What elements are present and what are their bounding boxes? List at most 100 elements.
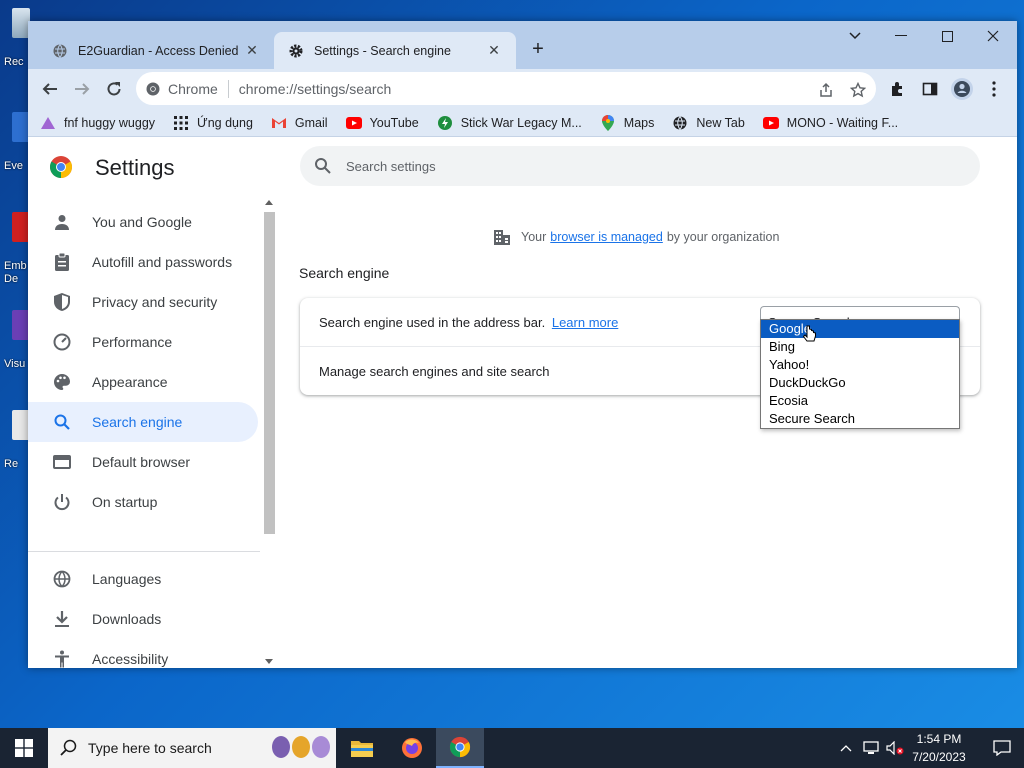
close-window-button[interactable] — [970, 21, 1016, 51]
sidebar-item-label: Performance — [92, 334, 173, 350]
taskbar-file-explorer[interactable] — [338, 728, 386, 768]
option-bing[interactable]: Bing — [761, 338, 959, 356]
bookmark-label: YouTube — [369, 115, 419, 130]
desktop-icon-5[interactable]: Re — [0, 410, 30, 470]
close-icon[interactable]: ✕ — [244, 42, 260, 59]
side-panel-icon — [922, 82, 938, 96]
bookmark-fnf-huggy-wuggy[interactable]: fnf huggy wuggy — [40, 115, 155, 131]
tab-settings[interactable]: Settings - Search engine ✕ — [274, 32, 516, 69]
new-tab-button[interactable]: + — [524, 35, 552, 63]
option-secure-search[interactable]: Secure Search — [761, 410, 959, 428]
option-duckduckgo[interactable]: DuckDuckGo — [761, 374, 959, 392]
address-bar[interactable]: Chrome chrome://settings/search — [136, 72, 876, 105]
tab-search-button[interactable] — [832, 21, 878, 51]
clock-date: 7/20/2023 — [912, 750, 966, 764]
scroll-down-arrow-icon[interactable] — [265, 659, 273, 664]
bookmark-gmail[interactable]: Gmail — [271, 115, 328, 131]
taskbar-chrome[interactable] — [436, 728, 484, 768]
back-button[interactable] — [36, 75, 64, 103]
option-ecosia[interactable]: Ecosia — [761, 392, 959, 410]
desktop-icon-4[interactable]: Visu — [0, 310, 30, 370]
youtube-icon — [345, 115, 362, 131]
taskbar-clock[interactable]: 1:54 PM 7/20/2023 — [896, 730, 982, 766]
sidebar-item-languages[interactable]: Languages — [28, 559, 258, 599]
desktop-icon-label: Eve — [4, 160, 23, 172]
browser-managed-link[interactable]: browser is managed — [550, 230, 663, 244]
desktop-icon-recycle-bin[interactable]: Rec — [0, 8, 30, 68]
bookmark-stick-war[interactable]: Stick War Legacy M... — [437, 115, 582, 131]
tab-e2guardian[interactable]: E2Guardian - Access Denied ✕ — [38, 32, 274, 69]
star-icon[interactable] — [848, 80, 868, 100]
gear-icon — [288, 43, 304, 59]
start-button[interactable] — [0, 728, 48, 768]
sidebar-item-autofill[interactable]: Autofill and passwords — [28, 242, 258, 282]
search-icon — [60, 739, 77, 756]
close-icon[interactable]: ✕ — [486, 42, 502, 59]
managed-prefix: Your — [521, 230, 547, 244]
puzzle-icon — [892, 82, 902, 96]
bookmark-label: Ứng dụng — [197, 115, 253, 130]
reload-button[interactable] — [100, 75, 128, 103]
sidebar-item-you-and-google[interactable]: You and Google — [28, 202, 258, 242]
desktop-icon-label: Rec — [4, 56, 24, 68]
bookmark-youtube[interactable]: YouTube — [345, 115, 419, 131]
scrollbar-thumb[interactable] — [264, 212, 275, 534]
sidebar-item-downloads[interactable]: Downloads — [28, 599, 258, 639]
bookmark-mono[interactable]: MONO - Waiting F... — [762, 115, 898, 131]
network-icon[interactable] — [860, 728, 882, 768]
maximize-button[interactable] — [924, 21, 970, 51]
sidebar-item-label: On startup — [92, 494, 158, 510]
bookmark-new-tab[interactable]: New Tab — [672, 115, 745, 131]
extensions-button[interactable] — [884, 75, 912, 103]
option-yahoo[interactable]: Yahoo! — [761, 356, 959, 374]
taskbar-search-placeholder: Type here to search — [88, 740, 212, 756]
chrome-window: E2Guardian - Access Denied ✕ Settings - … — [28, 21, 1017, 668]
option-google[interactable]: Google — [761, 320, 959, 338]
search-engine-description: Search engine used in the address bar. — [319, 315, 546, 330]
sidebar-item-appearance[interactable]: Appearance — [28, 362, 258, 402]
sidebar-item-label: Default browser — [92, 454, 191, 470]
bookmark-maps[interactable]: Maps — [600, 114, 654, 131]
sidebar-item-label: Privacy and security — [92, 294, 218, 310]
scroll-up-arrow-icon[interactable] — [265, 200, 273, 205]
manage-search-engines-row[interactable]: Manage search engines and site search — [319, 364, 550, 379]
bookmarks-bar: fnf huggy wuggy Ứng dụng Gmail YouTube S… — [28, 109, 1017, 137]
bookmark-apps[interactable]: Ứng dụng — [173, 115, 253, 131]
show-hidden-icons-button[interactable] — [836, 728, 856, 768]
learn-more-link[interactable]: Learn more — [552, 315, 618, 330]
sidebar-item-label: Downloads — [92, 611, 162, 627]
bookmark-label: New Tab — [696, 115, 745, 130]
search-settings-input[interactable]: Search settings — [300, 146, 980, 186]
desktop-icon-3[interactable]: Emb De — [0, 212, 30, 286]
notification-center-button[interactable] — [980, 728, 1024, 768]
profile-button[interactable] — [948, 75, 976, 103]
site-chip[interactable]: Chrome — [146, 79, 229, 98]
minimize-button[interactable] — [878, 21, 924, 51]
taskbar: Type here to search 1:54 PM 7/20/2023 — [0, 728, 1024, 768]
apps-grid-icon — [173, 115, 189, 131]
taskbar-firefox[interactable] — [388, 728, 436, 768]
desktop-icon-2[interactable]: Eve — [0, 112, 30, 172]
sidebar-item-privacy[interactable]: Privacy and security — [28, 282, 258, 322]
forward-button[interactable] — [68, 75, 96, 103]
sidebar-item-default-browser[interactable]: Default browser — [28, 442, 258, 482]
search-engine-options-list: Google Bing Yahoo! DuckDuckGo Ecosia Sec… — [760, 319, 960, 429]
url-text: chrome://settings/search — [238, 80, 392, 97]
sidebar-scrollbar[interactable] — [261, 196, 277, 668]
globe-icon — [672, 115, 688, 131]
share-icon[interactable] — [816, 80, 836, 100]
menu-button[interactable] — [980, 75, 1008, 103]
sidebar-item-search-engine[interactable]: Search engine — [28, 402, 258, 442]
search-icon — [315, 158, 331, 174]
taskbar-search-box[interactable]: Type here to search — [48, 728, 336, 768]
sidebar-item-performance[interactable]: Performance — [28, 322, 258, 362]
avatar-icon — [951, 78, 973, 100]
search-highlight-image — [270, 736, 330, 758]
sidebar-item-accessibility[interactable]: Accessibility — [28, 639, 258, 679]
youtube-icon — [762, 115, 779, 131]
side-panel-button[interactable] — [916, 75, 944, 103]
chevron-up-icon — [840, 745, 852, 752]
managed-suffix: by your organization — [666, 230, 780, 244]
sidebar-item-on-startup[interactable]: On startup — [28, 482, 258, 522]
chrome-logo-icon — [449, 736, 471, 758]
